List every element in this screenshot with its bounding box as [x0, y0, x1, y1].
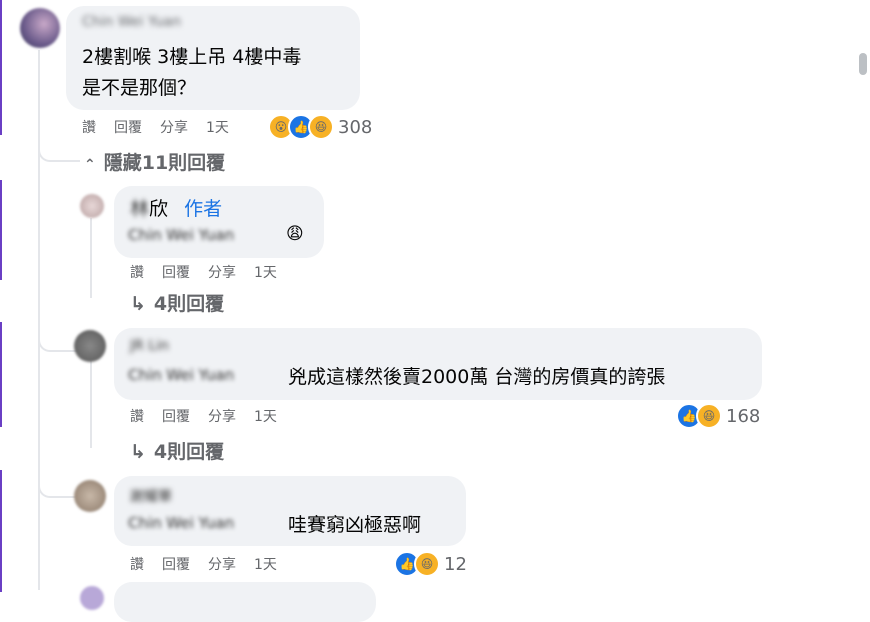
mention-tag[interactable]: Chin Wei Yuan	[128, 366, 234, 384]
share-action[interactable]: 分享	[208, 557, 236, 573]
reply-bubble: 謝耀華 Chin Wei Yuan 哇賽窮凶極惡啊	[114, 476, 466, 546]
comment-text-line: 2樓割喉 3樓上吊 4樓中毒	[82, 46, 302, 68]
reply-thread-line	[90, 360, 92, 448]
reply-action[interactable]: 回覆	[162, 265, 190, 281]
reply-arrow-icon: ↳	[130, 293, 146, 315]
avatar[interactable]	[80, 586, 104, 610]
reply-thread-line	[90, 218, 92, 298]
left-border-segment	[0, 180, 2, 280]
view-replies-button[interactable]: ↳ 4則回覆	[130, 289, 224, 316]
reply-actions: 讚 回覆 分享 1天	[130, 262, 295, 282]
reply-action[interactable]: 回覆	[114, 120, 142, 136]
reply-author-row: 林欣 作者	[130, 194, 222, 221]
reply-arrow-icon: ↳	[130, 441, 146, 463]
reaction-count: 12	[444, 553, 467, 575]
reply-author[interactable]: 謝耀華	[130, 486, 172, 506]
tired-emoji: 😩	[286, 224, 304, 244]
comment-author[interactable]: Chin Wei Yuan	[82, 14, 181, 30]
like-action[interactable]: 讚	[130, 265, 144, 281]
timestamp[interactable]: 1天	[206, 120, 229, 136]
thread-elbow	[38, 458, 78, 498]
reaction-count: 168	[726, 405, 761, 427]
haha-icon: 😆	[308, 114, 334, 140]
reply-bubble: 林欣 作者 Chin Wei Yuan 😩	[114, 186, 324, 258]
left-border-segment	[0, 0, 2, 135]
reply-bubble	[114, 582, 376, 622]
view-replies-button[interactable]: ↳ 4則回覆	[130, 437, 224, 464]
author-badge: 作者	[184, 198, 223, 220]
reaction-summary[interactable]: 😮 👍 😆 308	[268, 114, 372, 140]
reply-text: 兇成這樣然後賣2000萬 台灣的房價真的誇張	[288, 366, 666, 388]
reply-bubble: JR Lin Chin Wei Yuan 兇成這樣然後賣2000萬 台灣的房價真…	[114, 328, 762, 400]
timestamp[interactable]: 1天	[254, 409, 277, 425]
mention-tag[interactable]: Chin Wei Yuan	[128, 514, 234, 532]
share-action[interactable]: 分享	[208, 409, 236, 425]
reply-author[interactable]: JR Lin	[130, 338, 169, 354]
scrollbar-thumb[interactable]	[859, 53, 867, 75]
haha-icon: 😆	[696, 403, 722, 429]
reply-text: 哇賽窮凶極惡啊	[288, 514, 422, 536]
reaction-count: 308	[338, 116, 373, 138]
timestamp[interactable]: 1天	[254, 265, 277, 281]
like-action[interactable]: 讚	[130, 557, 144, 573]
left-border-segment	[0, 470, 2, 592]
thread-elbow	[38, 130, 80, 162]
hide-replies-button[interactable]: ⌃ 隱藏11則回覆	[84, 148, 225, 175]
comment-text-line: 是不是那個？	[82, 77, 197, 99]
reply-actions: 讚 回覆 分享 1天	[130, 406, 295, 426]
reply-author[interactable]: 林	[130, 198, 149, 220]
thread-elbow	[38, 310, 78, 352]
reply-actions: 讚 回覆 分享 1天	[130, 554, 295, 574]
reply-action[interactable]: 回覆	[162, 557, 190, 573]
mention-tag[interactable]: Chin Wei Yuan	[128, 226, 234, 244]
left-border-segment	[0, 322, 2, 427]
avatar[interactable]	[74, 330, 106, 362]
chevron-up-icon: ⌃	[84, 157, 96, 173]
comment-actions: 讚 回覆 分享 1天	[82, 117, 247, 137]
comment-bubble: Chin Wei Yuan 2樓割喉 3樓上吊 4樓中毒 是不是那個？	[66, 6, 360, 110]
like-action[interactable]: 讚	[130, 409, 144, 425]
reply-author-suffix[interactable]: 欣	[149, 198, 168, 220]
avatar[interactable]	[20, 8, 60, 48]
reply-action[interactable]: 回覆	[162, 409, 190, 425]
avatar[interactable]	[80, 194, 104, 218]
timestamp[interactable]: 1天	[254, 557, 277, 573]
share-action[interactable]: 分享	[208, 265, 236, 281]
haha-icon: 😆	[414, 551, 440, 577]
share-action[interactable]: 分享	[160, 120, 188, 136]
like-action[interactable]: 讚	[82, 120, 96, 136]
avatar[interactable]	[74, 480, 106, 512]
reaction-summary[interactable]: 👍 😆 168	[676, 403, 760, 429]
reaction-summary[interactable]: 👍 😆 12	[394, 551, 467, 577]
